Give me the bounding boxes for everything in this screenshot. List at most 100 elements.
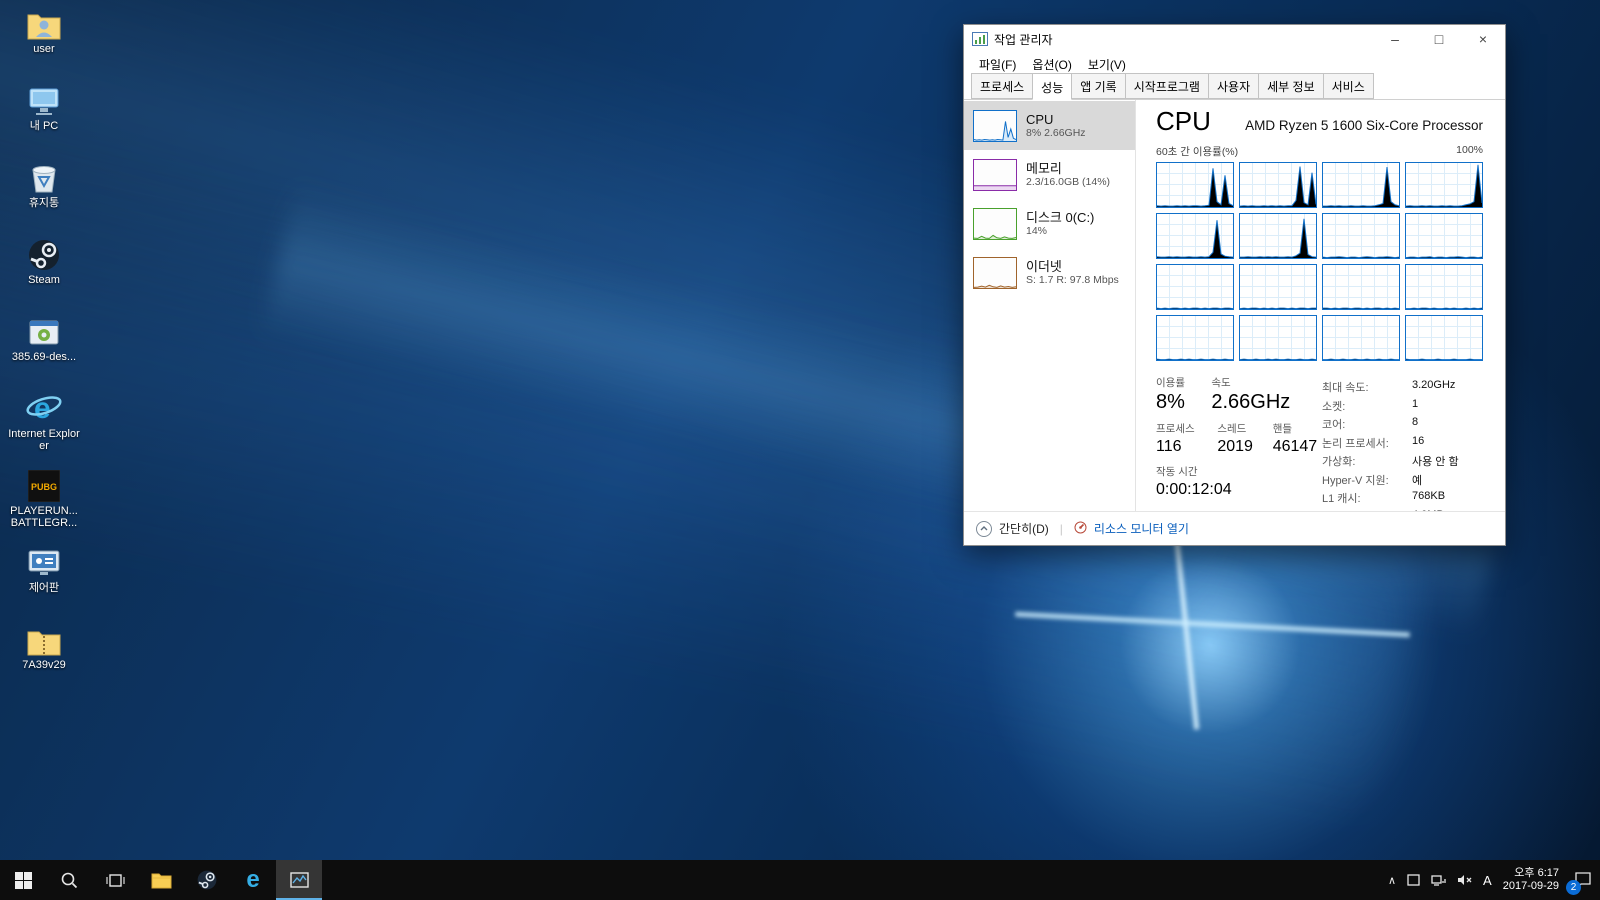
cpu-core-graph (1405, 315, 1483, 361)
minimize-button[interactable]: – (1373, 25, 1417, 53)
control-panel-icon (27, 545, 61, 579)
desktop-icon-recycle-bin[interactable]: 휴지통 (6, 160, 82, 228)
internet-explorer-icon: e (25, 391, 63, 425)
task-view-icon (106, 873, 125, 888)
cpu-core-graph (1239, 264, 1317, 310)
start-button[interactable] (0, 860, 46, 900)
menu-options[interactable]: 옵션(O) (1025, 54, 1078, 75)
detail-value: 1 (1412, 398, 1459, 414)
volume-muted-icon[interactable] (1457, 874, 1472, 886)
icon-label: 내 PC (30, 120, 58, 132)
resource-monitor-icon (1074, 521, 1087, 537)
tray-display-icon[interactable] (1407, 874, 1420, 886)
stat-uptime: 작동 시간 0:00:12:04 (1156, 466, 1322, 500)
sidebar-item-cpu[interactable]: CPU8% 2.66GHz (964, 101, 1135, 150)
pc-icon (27, 83, 61, 117)
sidebar-item-ethernet[interactable]: 이더넷S: 1.7 R: 97.8 Mbps (964, 248, 1135, 297)
icon-label: Steam (28, 274, 60, 286)
zip-folder-icon (27, 622, 61, 656)
fewer-details-button[interactable]: 간단히(D) (999, 520, 1049, 537)
sidebar-item-title: 이더넷 (1026, 259, 1119, 274)
tab-bar: 프로세스 성능 앱 기록 시작프로그램 사용자 세부 정보 서비스 (964, 75, 1505, 100)
logical-processor-grid (1156, 162, 1483, 361)
taskbar-clock[interactable]: 오후 6:17 2017-09-29 (1503, 867, 1559, 893)
steam-icon (28, 237, 60, 271)
notification-badge: 2 (1566, 880, 1581, 895)
steam-taskbar-button[interactable] (184, 860, 230, 900)
tab-performance[interactable]: 성능 (1032, 73, 1072, 100)
footer-separator: | (1060, 522, 1063, 536)
cpu-core-graph (1239, 162, 1317, 208)
detail-value: 8 (1412, 416, 1459, 432)
processor-name: AMD Ryzen 5 1600 Six-Core Processor (1245, 118, 1483, 133)
cpu-core-graph (1156, 162, 1234, 208)
detail-label: Hyper-V 지원: (1322, 472, 1406, 488)
icon-label: user (33, 43, 54, 55)
task-view-button[interactable] (92, 860, 138, 900)
stat-utilization: 이용률 8% (1156, 377, 1208, 414)
search-button[interactable] (46, 860, 92, 900)
tab-services[interactable]: 서비스 (1323, 73, 1374, 99)
menu-view[interactable]: 보기(V) (1081, 54, 1133, 75)
action-center-button[interactable]: 2 (1570, 867, 1592, 893)
collapse-chevron-icon (976, 521, 992, 537)
icon-label: 385.69-des... (12, 351, 76, 363)
cpu-core-graph (1322, 264, 1400, 310)
tab-app-history[interactable]: 앱 기록 (1071, 73, 1125, 99)
icon-label: 7A39v29 (22, 659, 65, 671)
open-resource-monitor-link[interactable]: 리소스 모니터 열기 (1094, 520, 1189, 537)
internet-explorer-taskbar-button[interactable]: e (230, 860, 276, 900)
cpu-core-graph (1405, 162, 1483, 208)
detail-label: 코어: (1322, 416, 1406, 432)
desktop-icon-my-pc[interactable]: 내 PC (6, 83, 82, 151)
close-button[interactable]: × (1461, 25, 1505, 53)
cpu-core-graph (1322, 315, 1400, 361)
desktop-icon-column: user 내 PC 휴지통 Steam 385.69-des... (6, 6, 82, 690)
tab-users[interactable]: 사용자 (1208, 73, 1259, 99)
cpu-core-graph (1156, 315, 1234, 361)
desktop-icon-user-folder[interactable]: user (6, 6, 82, 74)
sidebar-item-title: 메모리 (1026, 161, 1110, 176)
windows-logo-icon (15, 872, 32, 889)
task-manager-taskbar-button[interactable] (276, 860, 322, 900)
ime-language-indicator[interactable]: A (1483, 873, 1492, 888)
detail-value: 예 (1412, 472, 1459, 488)
graph-max-label: 100% (1456, 144, 1483, 159)
sidebar-item-disk[interactable]: 디스크 0(C:)14% (964, 199, 1135, 248)
tab-processes[interactable]: 프로세스 (971, 73, 1033, 99)
file-explorer-button[interactable] (138, 860, 184, 900)
sidebar-item-subtitle: 8% 2.66GHz (1026, 127, 1086, 140)
maximize-button[interactable]: □ (1417, 25, 1461, 53)
sidebar-item-memory[interactable]: 메모리2.3/16.0GB (14%) (964, 150, 1135, 199)
sidebar-item-subtitle: 2.3/16.0GB (14%) (1026, 176, 1110, 189)
titlebar[interactable]: 작업 관리자 – □ × (964, 25, 1505, 53)
tab-details[interactable]: 세부 정보 (1258, 73, 1324, 99)
stat-handles: 핸들 46147 (1273, 423, 1318, 457)
menu-file[interactable]: 파일(F) (972, 54, 1023, 75)
task-manager-window: 작업 관리자 – □ × 파일(F) 옵션(O) 보기(V) 프로세스 성능 앱… (963, 24, 1506, 546)
clock-date: 2017-09-29 (1503, 880, 1559, 893)
desktop-icon-control-panel[interactable]: 제어판 (6, 545, 82, 613)
detail-label: L1 캐시: (1322, 490, 1406, 506)
desktop-icon-driver-installer[interactable]: 385.69-des... (6, 314, 82, 382)
desktop-icon-zip-folder[interactable]: 7A39v29 (6, 622, 82, 690)
desktop-icon-internet-explorer[interactable]: e Internet Explorer (6, 391, 82, 459)
desktop-icon-steam[interactable]: Steam (6, 237, 82, 305)
tab-startup[interactable]: 시작프로그램 (1125, 73, 1209, 99)
desktop-icon-pubg[interactable]: PUBG PLAYERUN... BATTLEGR... (6, 468, 82, 536)
cpu-core-graph (1156, 213, 1234, 259)
detail-value: 3.20GHz (1412, 379, 1459, 395)
detail-label: 소켓: (1322, 398, 1406, 414)
tray-expand-icon[interactable]: ∧ (1388, 874, 1396, 887)
network-icon[interactable] (1431, 874, 1446, 886)
icon-label: Internet Explorer (6, 428, 82, 452)
disk-thumbnail-graph (973, 208, 1017, 240)
memory-thumbnail-graph (973, 159, 1017, 191)
svg-text:PUBG: PUBG (31, 482, 57, 492)
desktop: user 내 PC 휴지통 Steam 385.69-des... (0, 0, 1600, 900)
steam-icon (197, 870, 217, 890)
performance-sidebar: CPU8% 2.66GHz 메모리2.3/16.0GB (14%) 디스크 0(… (964, 100, 1136, 511)
icon-label: 제어판 (29, 582, 59, 594)
sidebar-item-subtitle: S: 1.7 R: 97.8 Mbps (1026, 274, 1119, 287)
detail-label: 논리 프로세서: (1322, 435, 1406, 451)
